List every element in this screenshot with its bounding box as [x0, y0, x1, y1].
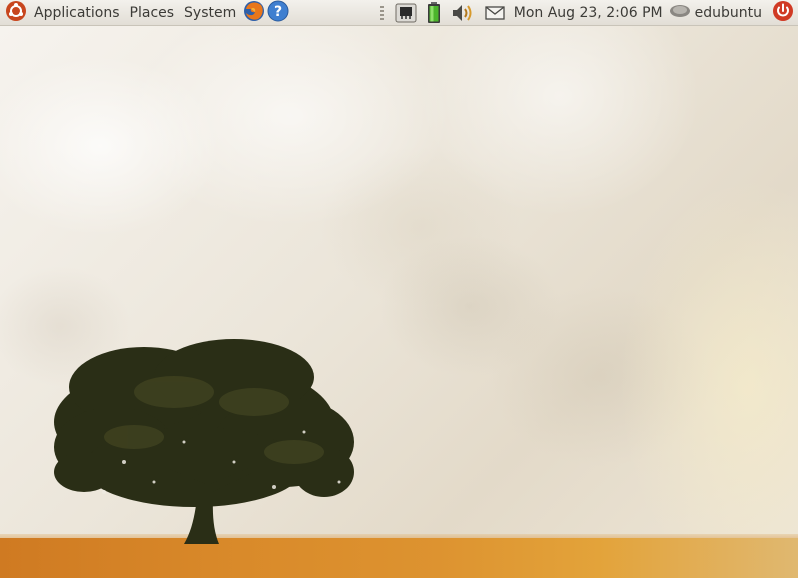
- wallpaper-tree: [54, 339, 354, 544]
- ubuntu-logo-icon[interactable]: [5, 0, 27, 26]
- mail-icon[interactable]: [485, 5, 505, 21]
- user-icon: [669, 3, 691, 22]
- panel-right-area: Mon Aug 23, 2:06 PM edubuntu: [379, 0, 798, 26]
- power-icon[interactable]: [772, 0, 794, 26]
- help-icon[interactable]: ?: [267, 0, 289, 26]
- desktop[interactable]: [0, 26, 798, 578]
- system-menu[interactable]: System: [179, 0, 241, 26]
- tray-handle[interactable]: [379, 5, 384, 20]
- top-panel: Applications Places System ? Mon Aug 23,…: [0, 0, 798, 26]
- user-name: edubuntu: [694, 4, 762, 21]
- firefox-icon[interactable]: [243, 0, 265, 26]
- places-menu[interactable]: Places: [125, 0, 180, 26]
- applications-menu[interactable]: Applications: [29, 0, 125, 26]
- svg-text:?: ?: [274, 4, 282, 20]
- network-icon[interactable]: [395, 3, 417, 23]
- volume-icon[interactable]: [451, 2, 475, 24]
- wallpaper-light-glow: [618, 176, 798, 578]
- user-switcher[interactable]: edubuntu: [669, 3, 762, 22]
- clock[interactable]: Mon Aug 23, 2:06 PM: [514, 5, 663, 21]
- battery-icon[interactable]: [427, 1, 441, 24]
